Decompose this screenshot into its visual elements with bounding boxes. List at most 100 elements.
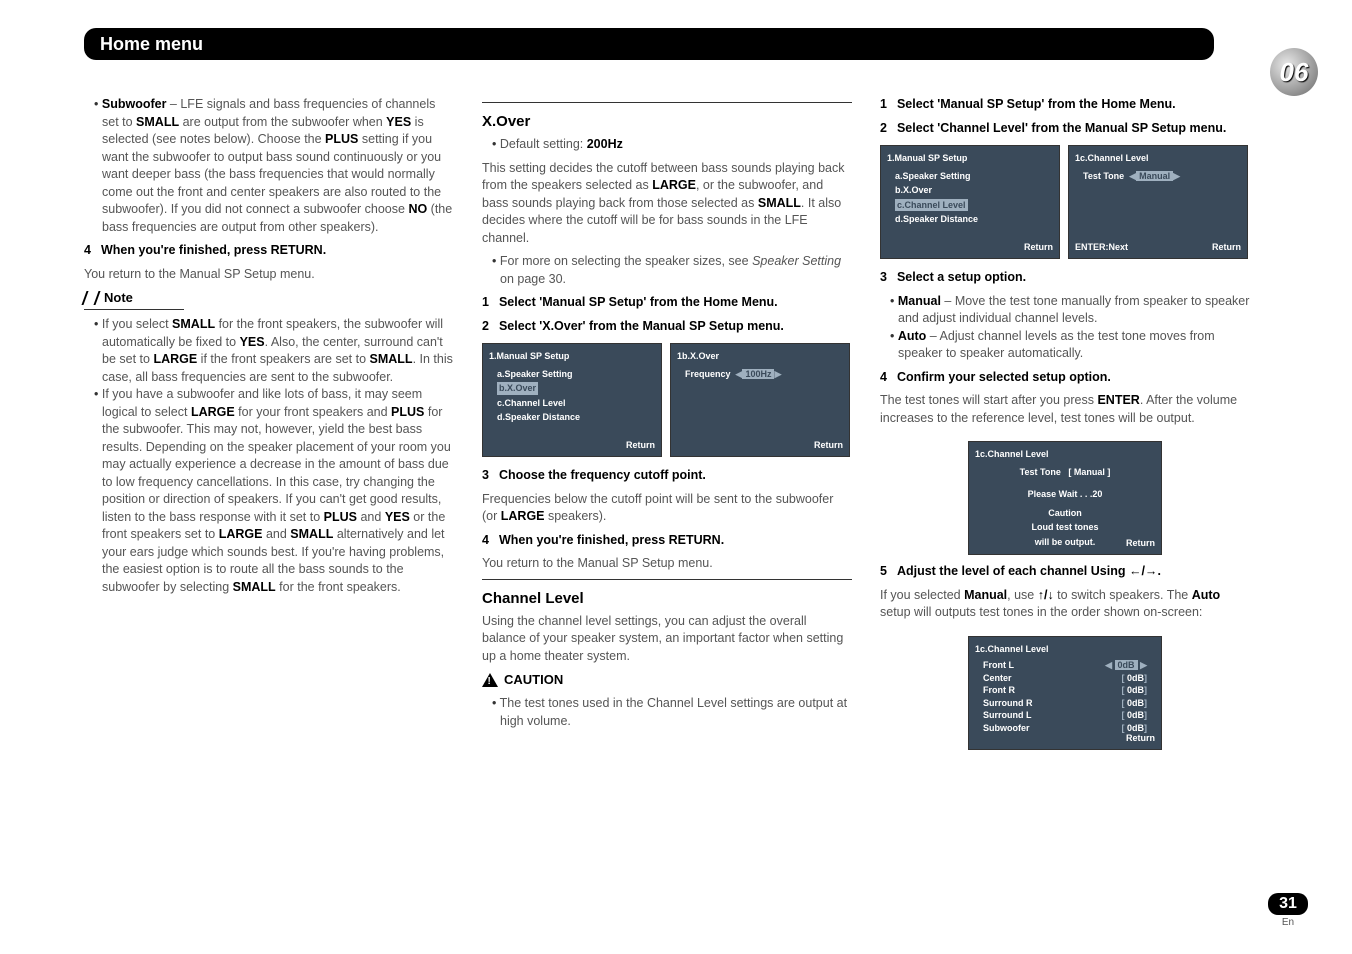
t: LARGE bbox=[153, 352, 197, 366]
step-4b: 4When you're finished, press RETURN. bbox=[482, 532, 852, 550]
channel-name: Front L bbox=[983, 659, 1014, 672]
level-row: Front R [ 0dB] bbox=[975, 684, 1155, 697]
t: Manual bbox=[898, 294, 941, 308]
channel-val: ◀ 0dB ▶ bbox=[1105, 659, 1147, 672]
osd-return: Return bbox=[1126, 732, 1155, 745]
t: Confirm your selected setup option. bbox=[897, 370, 1111, 384]
t: SMALL bbox=[233, 580, 276, 594]
channel-name: Center bbox=[983, 672, 1012, 685]
t: If you selected bbox=[880, 588, 964, 602]
osd-title: 1.Manual SP Setup bbox=[887, 152, 1053, 165]
osd-row: b.X.Over bbox=[887, 183, 1053, 198]
loud1: Loud test tones bbox=[975, 520, 1155, 535]
sub-label: Subwoofer bbox=[102, 97, 167, 111]
t: LARGE bbox=[219, 527, 263, 541]
freq-val: 100Hz bbox=[742, 369, 774, 379]
t: YES bbox=[386, 115, 411, 129]
osd-row: c.Channel Level bbox=[489, 396, 655, 411]
t: For more on selecting the speaker sizes,… bbox=[500, 254, 752, 268]
osd-row: a.Speaker Setting bbox=[489, 367, 655, 382]
t: Select a setup option. bbox=[897, 270, 1026, 284]
c3-step-1: 1Select 'Manual SP Setup' from the Home … bbox=[880, 96, 1250, 114]
page-number: 31 En bbox=[1268, 893, 1308, 928]
channel-val: [ 0dB] bbox=[1121, 697, 1147, 710]
osd-row-highlight: c.Channel Level bbox=[895, 199, 968, 212]
t: Select 'Manual SP Setup' from the Home M… bbox=[499, 295, 778, 309]
osd-title: 1c.Channel Level bbox=[975, 643, 1155, 656]
tone-val: Manual bbox=[1136, 171, 1173, 181]
t: PLUS bbox=[391, 405, 424, 419]
t: are output from the subwoofer when bbox=[179, 115, 386, 129]
caution-icon bbox=[482, 673, 498, 687]
c3-step5-after: If you selected Manual, use ↑/↓ to switc… bbox=[880, 587, 1250, 622]
t: for the front speakers. bbox=[276, 580, 401, 594]
chapter-badge: 06 bbox=[1270, 48, 1318, 96]
osd-return: Return bbox=[626, 439, 655, 452]
osd-manual-sp-setup-2: 1.Manual SP Setup a.Speaker Setting b.X.… bbox=[880, 145, 1060, 259]
divider bbox=[482, 579, 852, 580]
step-2: 2Select 'X.Over' from the Manual SP Setu… bbox=[482, 318, 852, 336]
t: Select 'X.Over' from the Manual SP Setup… bbox=[499, 319, 784, 333]
note-2: If you have a subwoofer and like lots of… bbox=[94, 386, 454, 596]
note-label: Note bbox=[104, 289, 133, 307]
c3-step-5: 5Adjust the level of each channel Using … bbox=[880, 563, 1250, 581]
xover-heading: X.Over bbox=[482, 111, 852, 132]
t: , use bbox=[1007, 588, 1038, 602]
t: [ Manual ] bbox=[1068, 467, 1110, 477]
osd-row-highlight: b.X.Over bbox=[497, 382, 538, 395]
osd-enter: ENTER:Next bbox=[1075, 241, 1128, 254]
t: PLUS bbox=[324, 510, 357, 524]
t: Default setting: bbox=[500, 137, 587, 151]
osd-title: 1c.Channel Level bbox=[1075, 152, 1241, 165]
caution-header: CAUTION bbox=[482, 671, 852, 689]
t: Choose the frequency cutoff point. bbox=[499, 468, 706, 482]
right-arrow-icon: ▶ bbox=[774, 369, 781, 379]
t: to switch speakers. The bbox=[1054, 588, 1192, 602]
t: setup will outputs test tones in the ord… bbox=[880, 605, 1202, 619]
t: PLUS bbox=[325, 132, 358, 146]
t: . bbox=[1157, 564, 1160, 578]
level-row: Center[ 0dB] bbox=[975, 672, 1155, 685]
t: LARGE bbox=[191, 405, 235, 419]
ch-desc: Using the channel level settings, you ca… bbox=[482, 613, 852, 666]
channel-val: [ 0dB] bbox=[1121, 684, 1147, 697]
t: and bbox=[262, 527, 290, 541]
t: YES bbox=[240, 335, 265, 349]
t: Select 'Channel Level' from the Manual S… bbox=[897, 121, 1226, 135]
caution-text: Caution bbox=[975, 506, 1155, 521]
c3-step-4: 4Confirm your selected setup option. bbox=[880, 369, 1250, 387]
t: Auto bbox=[1192, 588, 1220, 602]
osd-return: Return bbox=[1024, 241, 1053, 254]
channel-name: Surround L bbox=[983, 709, 1032, 722]
level-row: Front L ◀ 0dB ▶ bbox=[975, 659, 1155, 672]
right-arrow-icon: ▶ bbox=[1173, 171, 1180, 181]
level-row: Surround R[ 0dB] bbox=[975, 697, 1155, 710]
t: SMALL bbox=[136, 115, 179, 129]
osd-return: Return bbox=[1126, 537, 1155, 550]
step-3: 3Choose the frequency cutoff point. bbox=[482, 467, 852, 485]
t: – Adjust channel levels as the test tone… bbox=[898, 329, 1215, 361]
osd-manual-sp-setup: 1.Manual SP Setup a.Speaker Setting b.X.… bbox=[482, 343, 662, 457]
osd-return: Return bbox=[1212, 241, 1241, 254]
osd-title: 1b.X.Over bbox=[677, 350, 843, 363]
channel-name: Front R bbox=[983, 684, 1015, 697]
column-2: X.Over Default setting: 200Hz This setti… bbox=[482, 96, 852, 758]
t: LARGE bbox=[501, 509, 545, 523]
osd-channel-levels: 1c.Channel Level Front L◀ 0dB ▶Center[ 0… bbox=[968, 636, 1162, 750]
t: 200Hz bbox=[587, 137, 623, 151]
divider bbox=[482, 102, 852, 103]
osd-channel-level: 1c.Channel Level Test Tone ◀Manual▶ ENTE… bbox=[1068, 145, 1248, 259]
step3-after: Frequencies below the cutoff point will … bbox=[482, 491, 852, 526]
subwoofer-item: Subwoofer – LFE signals and bass frequen… bbox=[94, 96, 454, 236]
osd-xover: 1b.X.Over Frequency ◀100Hz▶ Return bbox=[670, 343, 850, 457]
caution-label: CAUTION bbox=[504, 671, 563, 689]
t: – Move the test tone manually from speak… bbox=[898, 294, 1249, 326]
level-row: Surround L[ 0dB] bbox=[975, 709, 1155, 722]
step4-text: When you're finished, press RETURN. bbox=[101, 243, 326, 257]
t: If you select bbox=[102, 317, 172, 331]
t: for your front speakers and bbox=[235, 405, 391, 419]
osd-title: 1.Manual SP Setup bbox=[489, 350, 655, 363]
left-right-arrow-icon: ←/→ bbox=[1129, 564, 1157, 578]
t: Test Tone bbox=[1020, 467, 1061, 477]
t: speakers). bbox=[545, 509, 607, 523]
